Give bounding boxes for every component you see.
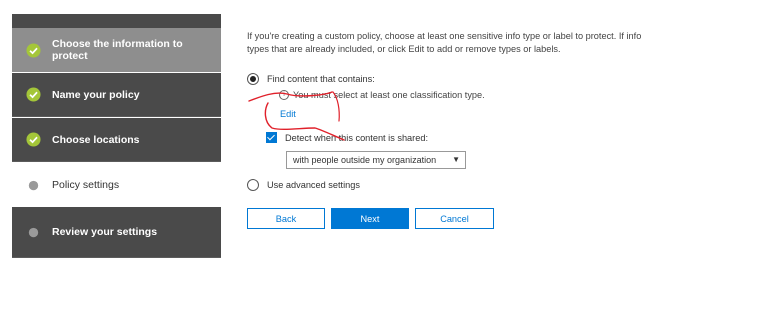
radio-button-selected[interactable] — [247, 73, 259, 85]
check-circle-icon — [26, 132, 41, 147]
step-review-settings[interactable]: Review your settings — [12, 207, 221, 258]
check-circle-icon — [26, 87, 41, 102]
advanced-settings-label: Use advanced settings — [267, 180, 360, 190]
step-label: Review your settings — [52, 226, 158, 238]
step-label: Name your policy — [52, 88, 140, 101]
edit-link[interactable]: Edit — [280, 109, 296, 119]
cancel-button[interactable]: Cancel — [415, 208, 494, 229]
step-name-policy[interactable]: Name your policy — [12, 73, 221, 117]
radio-button-unselected[interactable] — [247, 179, 259, 191]
info-icon: i — [279, 90, 289, 100]
next-button[interactable]: Next — [331, 208, 409, 229]
step-choose-locations[interactable]: Choose locations — [12, 118, 221, 162]
chevron-down-icon: ▼ — [452, 155, 460, 164]
share-scope-value: with people outside my organization — [293, 155, 437, 165]
dot-icon — [28, 227, 39, 237]
detect-shared-option[interactable]: Detect when this content is shared: — [266, 132, 428, 143]
step-policy-settings[interactable]: Policy settings — [12, 163, 221, 207]
find-content-label: Find content that contains: — [267, 74, 375, 84]
find-content-option[interactable]: Find content that contains: — [247, 73, 375, 85]
sidebar-top-strip — [12, 14, 221, 28]
detect-shared-label: Detect when this content is shared: — [285, 132, 428, 143]
step-label: Choose locations — [52, 133, 140, 146]
wizard-steps-sidebar: Choose the information to protect Name y… — [12, 14, 221, 258]
detect-shared-checkbox[interactable] — [266, 132, 277, 143]
step-label: Choose the information to protect — [52, 38, 183, 62]
dot-icon — [28, 180, 39, 190]
validation-text: You must select at least one classificat… — [293, 90, 485, 100]
instructions-text: If you're creating a custom policy, choo… — [247, 31, 642, 54]
advanced-settings-option[interactable]: Use advanced settings — [247, 179, 360, 191]
step-choose-information[interactable]: Choose the information to protect — [12, 28, 221, 72]
share-scope-dropdown[interactable]: with people outside my organization ▼ — [286, 151, 466, 169]
policy-settings-panel: If you're creating a custom policy, choo… — [247, 30, 767, 56]
back-button[interactable]: Back — [247, 208, 325, 229]
validation-message: i You must select at least one classific… — [279, 90, 485, 100]
check-circle-icon — [26, 42, 41, 58]
step-label: Policy settings — [52, 179, 120, 191]
